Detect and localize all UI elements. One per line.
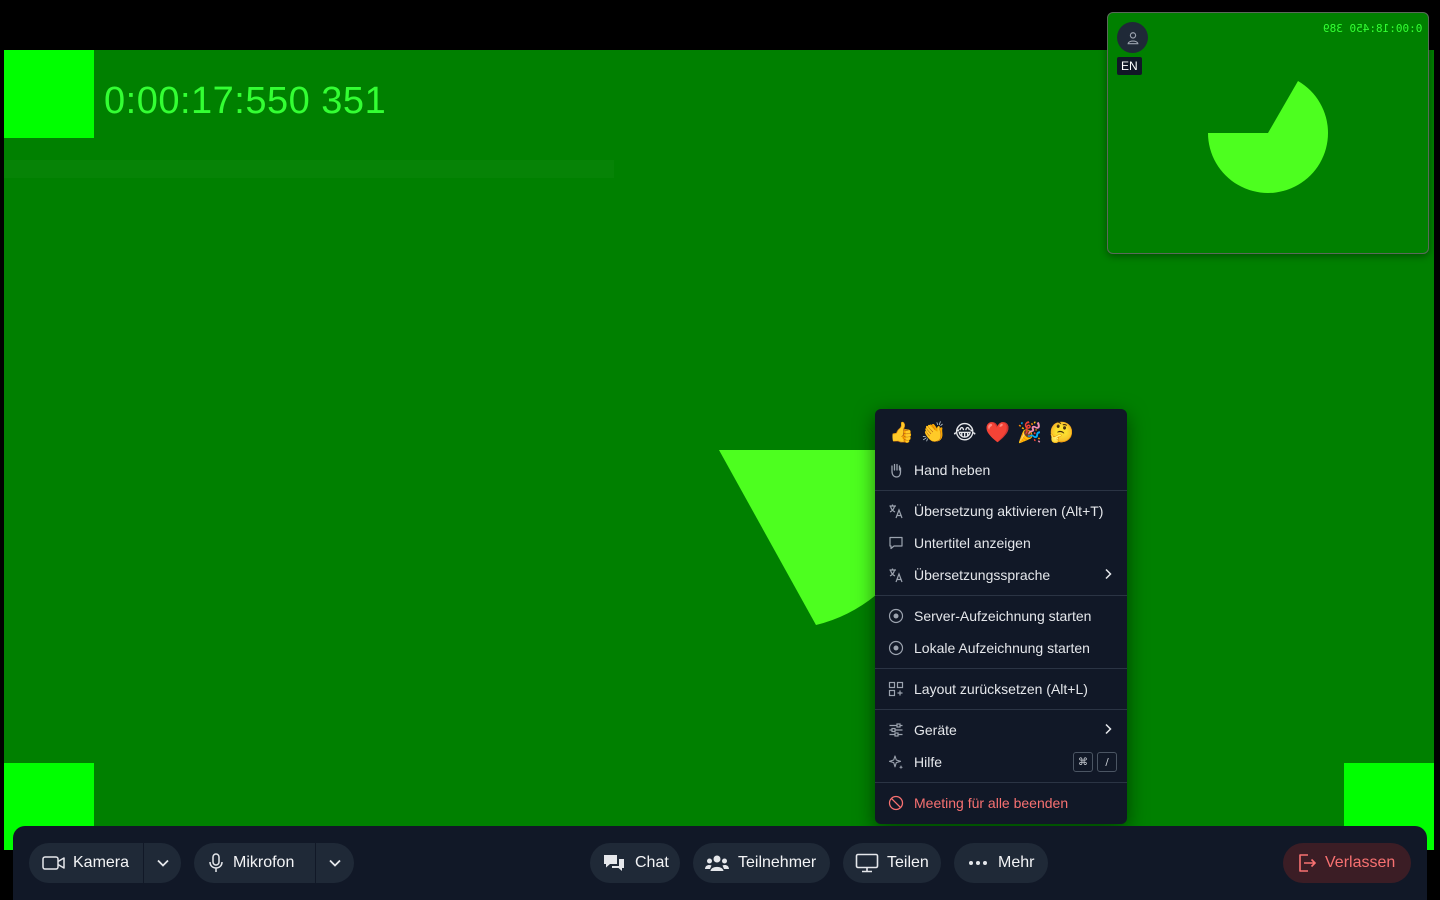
menu-item-local-recording[interactable]: Lokale Aufzeichnung starten <box>875 633 1127 663</box>
reaction-thumbs-up[interactable]: 👍 <box>889 420 914 448</box>
shortcut-key-cmd: ⌘ <box>1073 752 1093 772</box>
participants-button[interactable]: Teilnehmer <box>693 843 830 883</box>
leave-label: Verlassen <box>1325 854 1396 871</box>
more-label: Mehr <box>998 854 1035 871</box>
reaction-party[interactable]: 🎉 <box>1017 420 1042 448</box>
participants-label: Teilnehmer <box>738 854 817 871</box>
menu-divider <box>875 595 1127 596</box>
record-icon <box>887 639 905 657</box>
sliders-icon <box>887 721 905 739</box>
hand-icon <box>887 461 905 479</box>
reaction-thinking[interactable]: 🤔 <box>1049 420 1074 448</box>
menu-item-label: Layout zurücksetzen (Alt+L) <box>914 681 1088 697</box>
microphone-button[interactable]: Mikrofon <box>194 843 315 883</box>
chevron-right-icon <box>1103 722 1113 738</box>
translate-icon <box>887 502 905 520</box>
translate-icon <box>887 566 905 584</box>
menu-item-label: Untertitel anzeigen <box>914 535 1031 551</box>
menu-item-show-subtitles[interactable]: Untertitel anzeigen <box>875 528 1127 558</box>
more-dots-icon <box>968 860 988 866</box>
shortcut-key-slash: / <box>1097 752 1117 772</box>
more-menu: 👍 👏 😂 ❤️ 🎉 🤔 Hand heben Übersetzung akti… <box>875 409 1127 824</box>
camera-button[interactable]: Kamera <box>29 843 143 883</box>
menu-item-label: Übersetzungssprache <box>914 567 1051 583</box>
sparkles-icon <box>887 753 905 771</box>
menu-item-server-recording[interactable]: Server-Aufzeichnung starten <box>875 601 1127 631</box>
chevron-down-icon <box>156 859 169 867</box>
menu-item-raise-hand[interactable]: Hand heben <box>875 455 1127 485</box>
camera-label: Kamera <box>73 854 130 871</box>
reaction-row: 👍 👏 😂 ❤️ 🎉 🤔 <box>875 409 1127 448</box>
menu-item-label: Hilfe <box>914 754 943 770</box>
chevron-right-icon <box>1103 567 1113 583</box>
pip-test-shape <box>1208 81 1328 193</box>
share-label: Teilen <box>887 854 929 871</box>
monitor-icon <box>855 853 879 873</box>
users-icon <box>705 854 729 872</box>
menu-item-help[interactable]: Hilfe ⌘ / <box>875 747 1127 777</box>
more-button[interactable]: Mehr <box>954 843 1048 883</box>
microphone-icon <box>208 853 224 873</box>
record-icon <box>887 607 905 625</box>
microphone-control: Mikrofon <box>194 843 354 883</box>
exit-icon <box>1297 853 1317 873</box>
ban-icon <box>887 794 905 812</box>
layout-grid-icon <box>887 680 905 698</box>
leave-button[interactable]: Verlassen <box>1283 843 1411 883</box>
self-view-tile[interactable]: EN 0:00:18:450 389 <box>1107 12 1429 254</box>
menu-divider <box>875 782 1127 783</box>
menu-item-devices[interactable]: Geräte <box>875 715 1127 745</box>
reaction-heart[interactable]: ❤️ <box>985 420 1010 448</box>
menu-item-label: Lokale Aufzeichnung starten <box>914 640 1090 656</box>
menu-item-reset-layout[interactable]: Layout zurücksetzen (Alt+L) <box>875 674 1127 704</box>
menu-item-label: Übersetzung aktivieren (Alt+T) <box>914 503 1104 519</box>
reaction-clap[interactable]: 👏 <box>921 420 946 448</box>
menu-divider <box>875 490 1127 491</box>
microphone-label: Mikrofon <box>233 854 295 871</box>
reaction-laugh[interactable]: 😂 <box>953 420 978 448</box>
menu-item-enable-translation[interactable]: Übersetzung aktivieren (Alt+T) <box>875 496 1127 526</box>
menu-item-label: Meeting für alle beenden <box>914 795 1069 811</box>
camera-control: Kamera <box>29 843 181 883</box>
camera-options-button[interactable] <box>144 843 181 883</box>
share-screen-button[interactable]: Teilen <box>843 843 941 883</box>
microphone-options-button[interactable] <box>316 843 354 883</box>
menu-item-label: Geräte <box>914 722 957 738</box>
menu-item-label: Hand heben <box>914 462 991 478</box>
menu-item-end-meeting[interactable]: Meeting für alle beenden <box>875 788 1127 818</box>
help-shortcut: ⌘ / <box>1069 752 1117 772</box>
menu-item-label: Server-Aufzeichnung starten <box>914 608 1092 624</box>
menu-divider <box>875 709 1127 710</box>
chevron-down-icon <box>329 859 341 867</box>
video-camera-icon <box>42 854 66 872</box>
meeting-toolbar: Kamera Mikrofon Chat Teilnehmer Teilen M… <box>13 826 1427 900</box>
chat-label: Chat <box>635 854 669 871</box>
menu-item-translation-language[interactable]: Übersetzungssprache <box>875 560 1127 590</box>
menu-divider <box>875 668 1127 669</box>
chat-button[interactable]: Chat <box>590 843 680 883</box>
speech-bubble-icon <box>887 534 905 552</box>
chat-bubbles-icon <box>602 853 626 873</box>
